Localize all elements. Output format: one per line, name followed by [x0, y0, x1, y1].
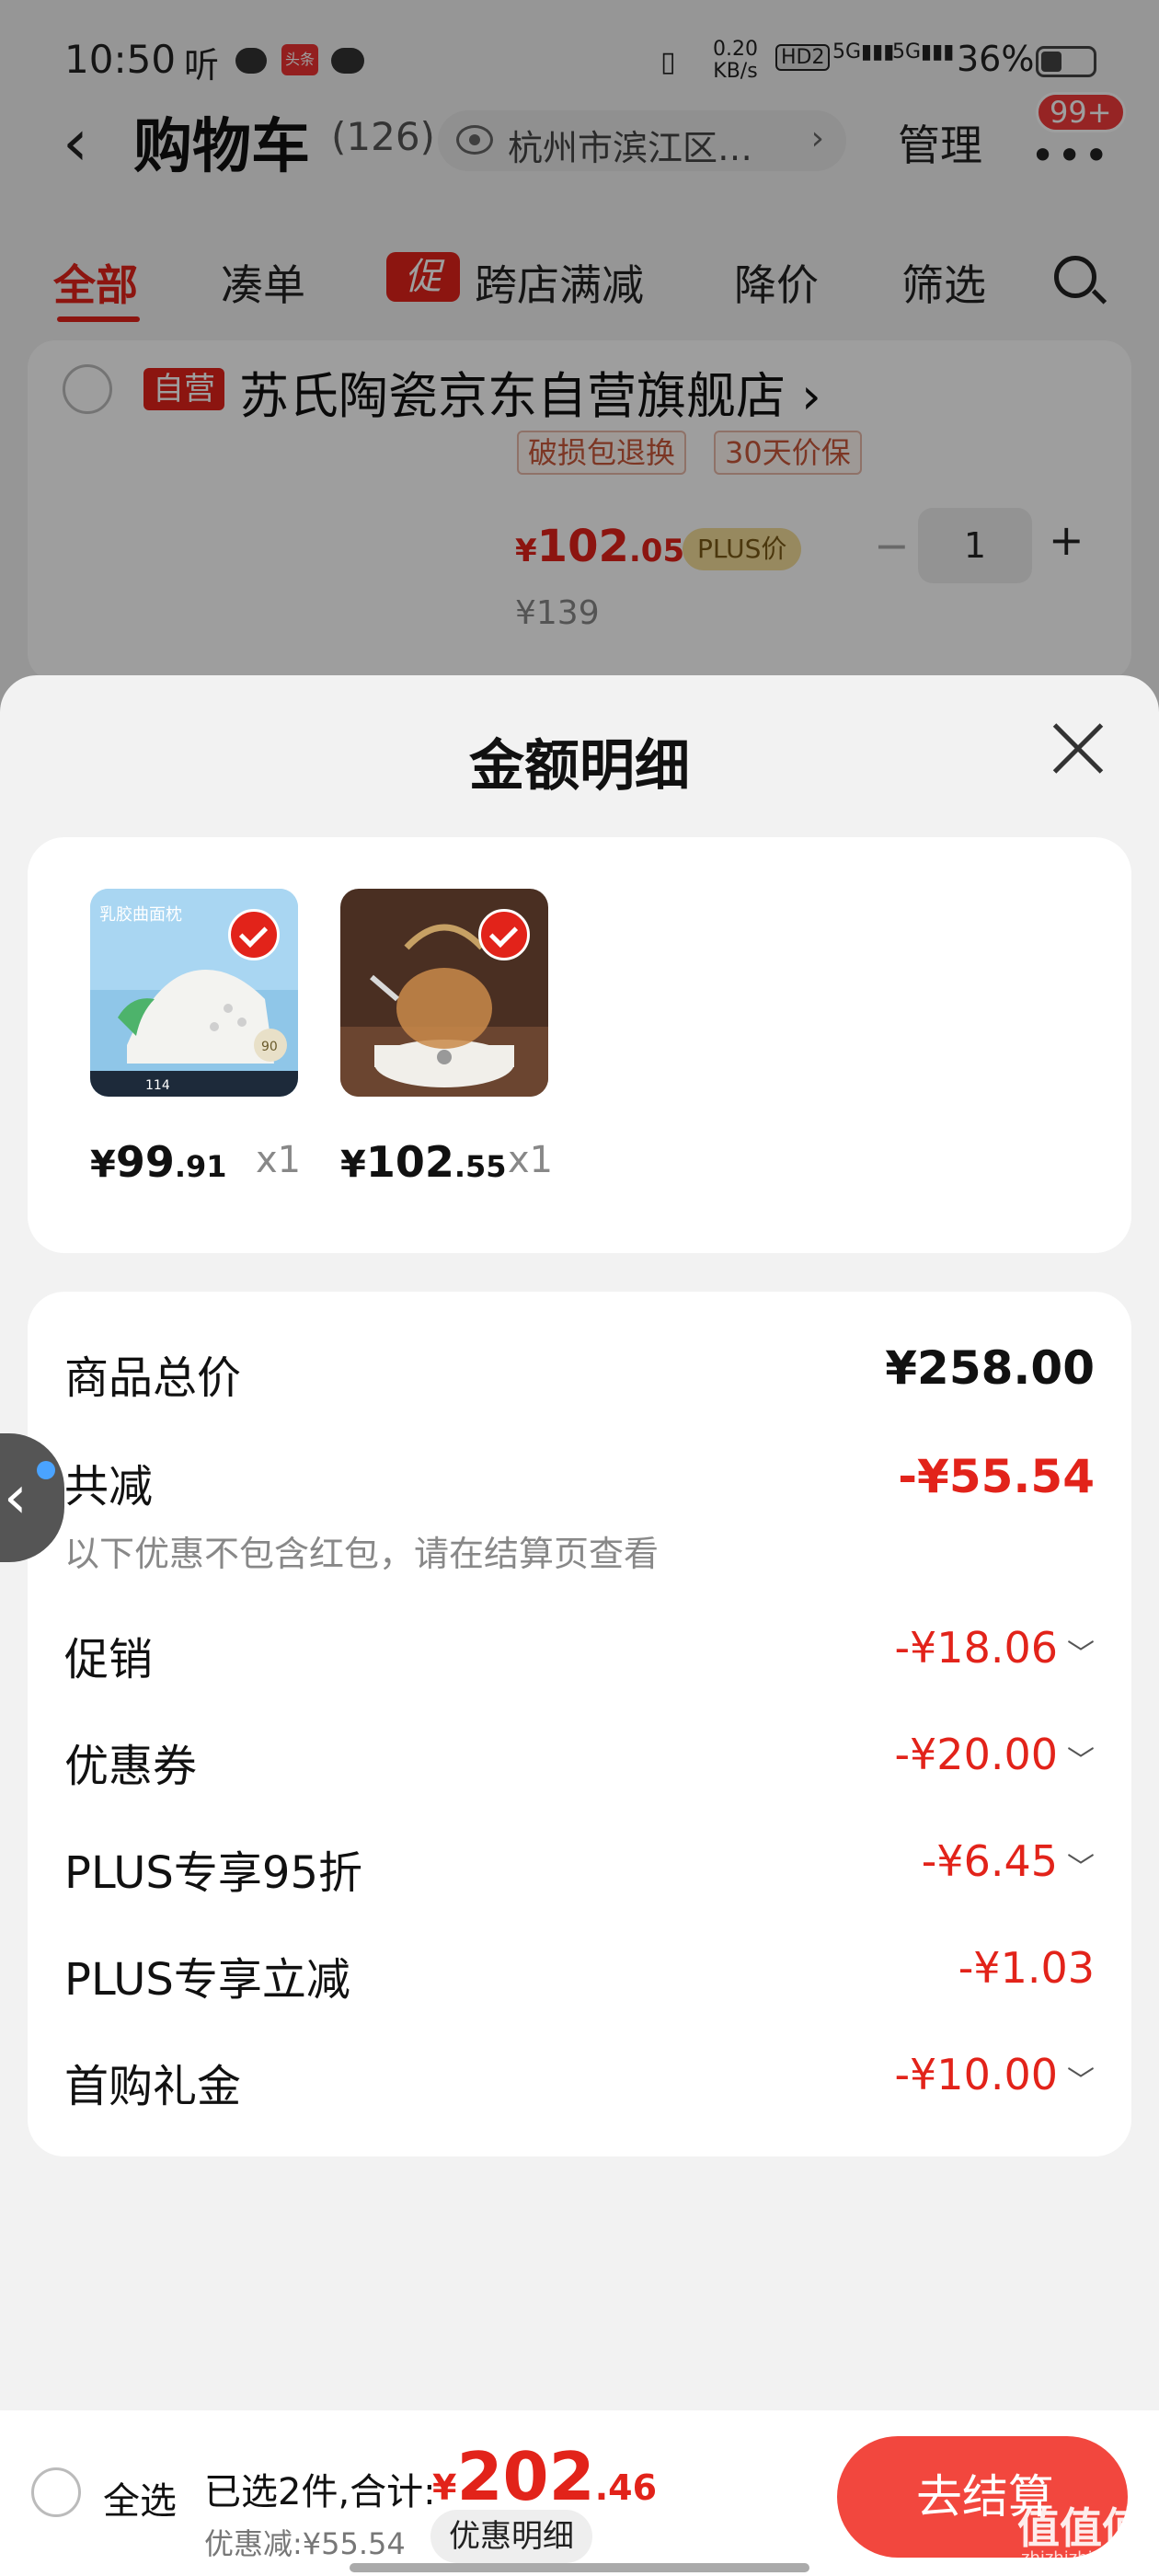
- amount-detail-sheet: 金额明细 乳胶曲面枕 90 114 ¥99.91 x1 ¥102.55 x1 商…: [0, 675, 1159, 2576]
- glass-teapot-product-image[interactable]: [340, 889, 548, 1097]
- select-all-radio[interactable]: [31, 2467, 81, 2517]
- checkout-bar: 全选 已选2件,合计: ¥202.46 优惠减:¥55.54 优惠明细 去结算: [0, 2410, 1159, 2576]
- plus-reduce-label: PLUS专享立减: [64, 1954, 350, 2006]
- sheet-title: 金额明细: [469, 734, 690, 799]
- item-quantity: x1: [508, 1139, 554, 1181]
- first-purchase-label: 首购礼金: [64, 2061, 242, 2112]
- total-reduce-value: -¥55.54: [898, 1450, 1095, 1503]
- chevron-down-icon: ﹀: [1067, 1851, 1095, 1884]
- home-indicator[interactable]: [350, 2563, 809, 2572]
- promo-label: 促销: [64, 1634, 154, 1685]
- first-purchase-value[interactable]: -¥10.00 ﹀: [894, 2050, 1095, 2099]
- promo-value[interactable]: -¥18.06 ﹀: [894, 1623, 1095, 1673]
- selected-check-icon[interactable]: [478, 909, 530, 960]
- discount-detail-button[interactable]: 优惠明细: [430, 2510, 592, 2563]
- selected-check-icon[interactable]: [228, 909, 280, 960]
- selected-count: 已选2件,合计:: [204, 2471, 436, 2513]
- latex-pillow-product-image[interactable]: 乳胶曲面枕 90 114: [90, 889, 298, 1097]
- goods-total-label: 商品总价: [64, 1352, 242, 1404]
- chevron-down-icon: ﹀: [1067, 1638, 1095, 1671]
- item-quantity: x1: [256, 1139, 302, 1181]
- select-all-label[interactable]: 全选: [103, 2471, 177, 2524]
- chevron-down-icon: ﹀: [1067, 2064, 1095, 2098]
- plus-discount-value[interactable]: -¥6.45 ﹀: [922, 1836, 1095, 1886]
- price-breakdown-card: 商品总价 ¥258.00 共减 -¥55.54 以下优惠不包含红包，请在结算页查…: [28, 1292, 1131, 2156]
- saved-amount: 优惠减:¥55.54: [204, 2526, 406, 2561]
- plus-reduce-value: -¥1.03: [958, 1943, 1095, 1993]
- close-icon[interactable]: [1050, 721, 1106, 776]
- plus-discount-label: PLUS专享95折: [64, 1847, 362, 1899]
- discount-note: 以下优惠不包含红包，请在结算页查看: [64, 1534, 660, 1574]
- watermark-logo: 值值值: [1017, 2503, 1144, 2553]
- total-reduce-label: 共减: [64, 1461, 154, 1512]
- chevron-down-icon: ﹀: [1067, 1744, 1095, 1777]
- watermark-url: zhizhizhi.com: [1021, 2548, 1133, 2568]
- coupon-value[interactable]: -¥20.00 ﹀: [894, 1730, 1095, 1779]
- goods-total-value: ¥258.00: [885, 1341, 1095, 1395]
- svg-text:114: 114: [145, 1078, 170, 1093]
- svg-text:乳胶曲面枕: 乳胶曲面枕: [99, 905, 182, 925]
- coupon-label: 优惠券: [64, 1741, 198, 1792]
- item-price: ¥102.55: [340, 1137, 507, 1187]
- total-price: ¥202.46: [432, 2438, 658, 2515]
- svg-text:90: 90: [261, 1040, 278, 1054]
- item-price: ¥99.91: [90, 1137, 227, 1187]
- selected-items-card: 乳胶曲面枕 90 114 ¥99.91 x1 ¥102.55 x1: [28, 837, 1131, 1253]
